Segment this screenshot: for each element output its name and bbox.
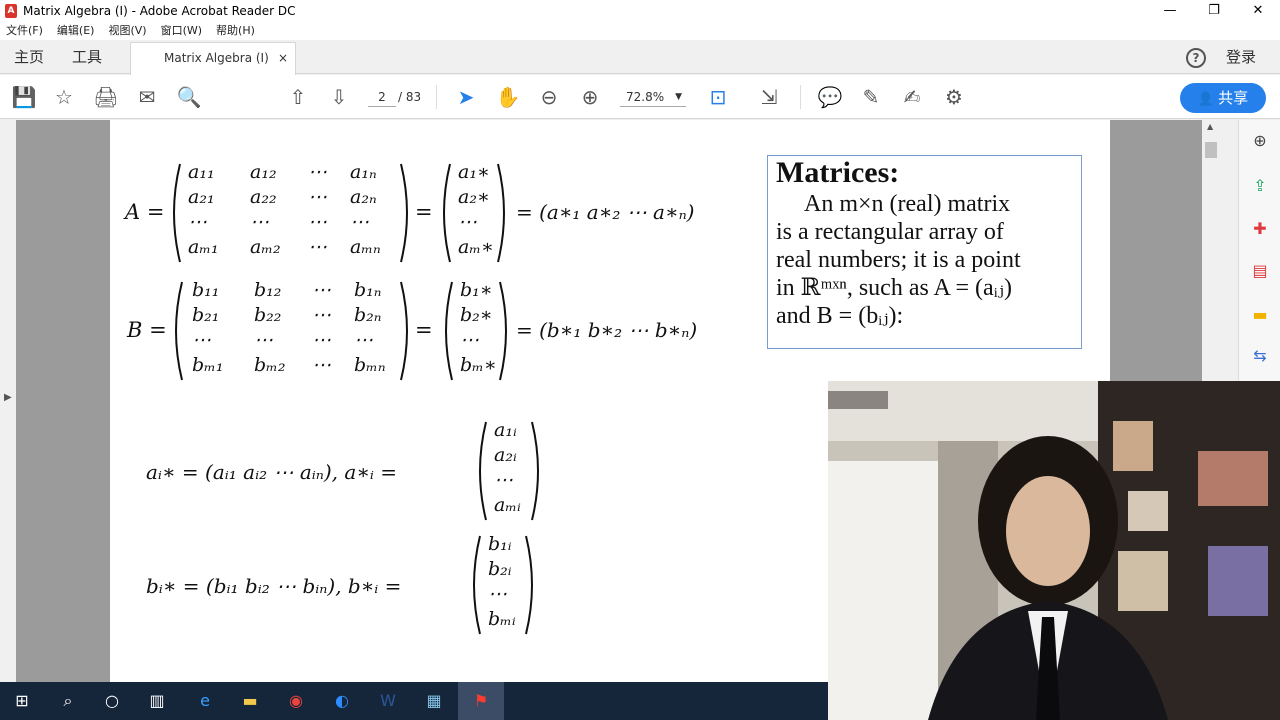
create-pdf-icon[interactable]: ✚ bbox=[1249, 218, 1271, 240]
column-ai-entries: a₁ᵢ a₂ᵢ ⋯ aₘᵢ bbox=[494, 419, 521, 516]
previous-page-icon[interactable]: ⇧ bbox=[284, 83, 312, 111]
equals-sign: = bbox=[415, 318, 433, 342]
file-explorer-icon[interactable]: ▬ bbox=[238, 689, 262, 713]
zoom-select[interactable]: 72.8% ▼ bbox=[620, 87, 686, 107]
definition-box: Matrices: An m×n (real) matrix is a rect… bbox=[767, 155, 1082, 349]
definition-heading: Matrices: bbox=[776, 156, 900, 189]
word-icon[interactable]: W bbox=[376, 689, 400, 713]
toolbar: 💾 ☆ 🖨 ✉ 🔍 ⇧ ⇩ 2 / 83 ➤ ✋ ⊖ ⊕ 72.8% ▼ ⊡ ⇲… bbox=[0, 75, 1280, 119]
zoom-out-icon[interactable]: ⊖ bbox=[535, 83, 563, 111]
matrix-a-entries: a₁₁ a₁₂ ⋯ a₁ₙ a₂₁ a₂₂ ⋯ a₂ₙ ⋯ ⋯ ⋯ ⋯ aₘ₁ aₘ₂ ⋯ aₘₙ bbox=[188, 161, 381, 258]
chevron-down-icon: ▼ bbox=[675, 92, 682, 102]
acrobat-icon: A bbox=[5, 4, 17, 18]
row-b-expression: = (b∗₁ b∗₂ ⋯ b∗ₙ) bbox=[516, 318, 698, 342]
column-a-entries: a₁∗ a₂∗ ⋯ aₘ∗ bbox=[458, 161, 494, 258]
expand-arrow-icon[interactable]: ▶ bbox=[4, 392, 12, 403]
row-col-a-expression: aᵢ∗ = (aᵢ₁ aᵢ₂ ⋯ aᵢₙ), a∗ᵢ = bbox=[146, 460, 398, 484]
equals-sign: = bbox=[415, 200, 433, 224]
hand-tool-icon[interactable]: ✋ bbox=[494, 83, 522, 111]
maximize-button[interactable]: ❐ bbox=[1192, 0, 1236, 22]
organize-pages-icon[interactable]: ▤ bbox=[1249, 260, 1271, 282]
definition-line: real numbers; it is a point bbox=[776, 247, 1021, 273]
zoom-value: 72.8% bbox=[626, 90, 665, 104]
column-b-entries: b₁∗ b₂∗ ⋯ bₘ∗ bbox=[460, 279, 497, 376]
menu-help[interactable]: 帮助(H) bbox=[216, 22, 255, 40]
tab-document[interactable]: Matrix Algebra (I) × bbox=[130, 42, 296, 75]
definition-line: An m×n (real) matrix bbox=[804, 191, 1011, 217]
select-cursor-icon[interactable]: ➤ bbox=[452, 83, 480, 111]
left-pane-toggle[interactable]: ▶ bbox=[0, 120, 16, 682]
task-view-icon[interactable]: ▥ bbox=[145, 689, 169, 713]
help-icon[interactable]: ? bbox=[1186, 48, 1206, 68]
search-icon[interactable]: ⌕ bbox=[56, 689, 80, 713]
highlight-icon[interactable]: ✎ bbox=[857, 83, 885, 111]
comment-icon[interactable]: 💬 bbox=[816, 83, 844, 111]
scroll-mode-icon[interactable]: ⇲ bbox=[755, 83, 783, 111]
comment-panel-icon[interactable]: ▬ bbox=[1249, 304, 1271, 326]
toolbar-divider bbox=[800, 85, 801, 109]
tab-document-label: Matrix Algebra (I) bbox=[164, 51, 269, 65]
app-icon[interactable]: ▦ bbox=[422, 689, 446, 713]
taskbar: ⊞ ⌕ ○ ▥ e ▬ ◉ ◐ W ▦ ⚑ bbox=[0, 682, 828, 720]
share-label: 共享 bbox=[1218, 89, 1249, 107]
definition-line: is a rectangular array of bbox=[776, 219, 1004, 245]
sign-icon[interactable]: ✍ bbox=[898, 83, 926, 111]
zoom-icon[interactable]: ⊕ bbox=[1249, 130, 1271, 152]
print-icon[interactable]: 🖨 bbox=[92, 83, 120, 111]
search-icon[interactable]: 🔍 bbox=[175, 83, 203, 111]
send-file-icon[interactable]: ⇆ bbox=[1249, 345, 1271, 367]
close-button[interactable]: ✕ bbox=[1236, 0, 1280, 22]
menu-view[interactable]: 视图(V) bbox=[108, 22, 146, 40]
row-a-expression: = (a∗₁ a∗₂ ⋯ a∗ₙ) bbox=[516, 200, 695, 224]
tab-bar: 主页 工具 Matrix Algebra (I) × ? 登录 bbox=[0, 40, 1280, 75]
tab-tools[interactable]: 工具 bbox=[72, 40, 102, 74]
page-total: / 83 bbox=[398, 90, 422, 104]
matrix-a-label: A = bbox=[125, 200, 165, 224]
toolbar-divider bbox=[436, 85, 437, 109]
zoom-in-icon[interactable]: ⊕ bbox=[576, 83, 604, 111]
presenter-video-frame bbox=[828, 381, 1280, 720]
row-col-b-expression: bᵢ∗ = (bᵢ₁ bᵢ₂ ⋯ bᵢₙ), b∗ᵢ = bbox=[146, 574, 402, 598]
export-pdf-icon[interactable]: ⇪ bbox=[1249, 175, 1271, 197]
definition-line: and B = (bᵢⱼ): bbox=[776, 303, 904, 329]
tab-close-icon[interactable]: × bbox=[278, 43, 288, 73]
mail-icon[interactable]: ✉ bbox=[133, 83, 161, 111]
share-button[interactable]: 👤 共享 bbox=[1180, 83, 1266, 113]
login-button[interactable]: 登录 bbox=[1226, 40, 1256, 74]
person-icon: 👤 bbox=[1197, 92, 1215, 107]
windows-start-icon[interactable]: ⊞ bbox=[10, 689, 34, 713]
window-title: Matrix Algebra (I) - Adobe Acrobat Reade… bbox=[23, 4, 296, 18]
matrix-b-entries: b₁₁ b₁₂ ⋯ b₁ₙ b₂₁ b₂₂ ⋯ b₂ₙ ⋯ ⋯ ⋯ ⋯ bₘ₁ bₘ₂ ⋯ bₘₙ bbox=[192, 279, 386, 376]
chrome-icon[interactable]: ◉ bbox=[284, 689, 308, 713]
page-number-input[interactable]: 2 bbox=[368, 87, 396, 107]
more-tools-icon[interactable]: ⚙ bbox=[940, 83, 968, 111]
definition-line: in ℝᵐˣⁿ, such as A = (aᵢⱼ) bbox=[776, 275, 1012, 301]
menu-window[interactable]: 窗口(W) bbox=[161, 22, 202, 40]
scroll-up-icon[interactable]: ▲ bbox=[1207, 122, 1213, 131]
acrobat-taskbar-icon[interactable]: ⚑ bbox=[458, 682, 504, 720]
webcam-video bbox=[828, 381, 1280, 720]
save-icon[interactable]: 💾 bbox=[10, 83, 38, 111]
title-bar: A Matrix Algebra (I) - Adobe Acrobat Rea… bbox=[0, 0, 1280, 22]
menu-edit[interactable]: 编辑(E) bbox=[57, 22, 95, 40]
column-bi-entries: b₁ᵢ b₂ᵢ ⋯ bₘᵢ bbox=[488, 533, 516, 630]
next-page-icon[interactable]: ⇩ bbox=[325, 83, 353, 111]
menu-file[interactable]: 文件(F) bbox=[6, 22, 43, 40]
document-background-left bbox=[0, 120, 110, 682]
edge-icon[interactable]: e bbox=[193, 689, 217, 713]
scrollbar-thumb[interactable] bbox=[1205, 142, 1217, 158]
fit-page-icon[interactable]: ⊡ bbox=[704, 83, 732, 111]
matrix-b-label: B = bbox=[127, 318, 167, 342]
tab-home[interactable]: 主页 bbox=[14, 40, 44, 74]
cortana-icon[interactable]: ○ bbox=[100, 689, 124, 713]
star-icon[interactable]: ☆ bbox=[50, 83, 78, 111]
menu-bar: 文件(F) 编辑(E) 视图(V) 窗口(W) 帮助(H) bbox=[0, 22, 1280, 40]
minimize-button[interactable]: — bbox=[1148, 0, 1192, 22]
browser-icon[interactable]: ◐ bbox=[330, 689, 354, 713]
